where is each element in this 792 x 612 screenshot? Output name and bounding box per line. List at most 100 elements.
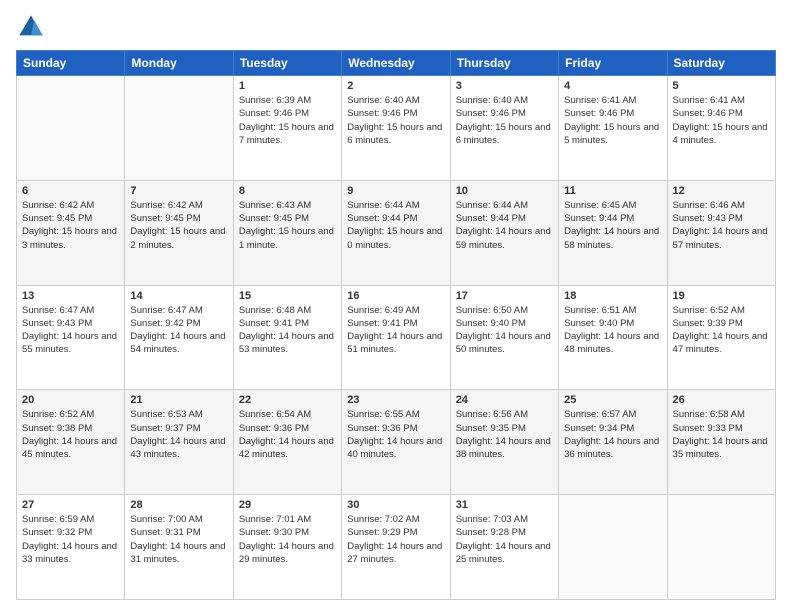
day-info: Sunrise: 6:56 AM Sunset: 9:35 PM Dayligh…	[456, 408, 553, 461]
day-number: 16	[347, 290, 444, 302]
calendar-cell: 21Sunrise: 6:53 AM Sunset: 9:37 PM Dayli…	[125, 390, 233, 495]
day-number: 18	[564, 290, 661, 302]
calendar-cell: 16 Sunrise: 6:49 AM Sunset: 9:41 PM Dayli…	[342, 285, 450, 390]
calendar-cell: 23 Sunrise: 6:55 AM Sunset: 9:36 PM Dayli…	[342, 390, 450, 495]
day-info: Sunrise: 6:44 AM Sunset: 9:44 PM Dayligh…	[347, 199, 444, 252]
weekday-header-friday: Friday	[559, 51, 667, 76]
day-info: Sunrise: 6:40 AM Sunset: 9:46 PM Dayligh…	[456, 94, 553, 147]
day-info: Sunrise: 6:59 AM Sunset: 9:32 PM Dayligh…	[22, 513, 119, 566]
calendar-cell: 27 Sunrise: 6:59 AM Sunset: 9:32 PM Dayli…	[17, 495, 125, 600]
day-info: Sunrise: 6:43 AM Sunset: 9:45 PM Dayligh…	[239, 199, 336, 252]
day-number: 11	[564, 185, 661, 197]
day-info: Sunrise: 6:40 AM Sunset: 9:46 PM Dayligh…	[347, 94, 444, 147]
calendar-cell: 12 Sunrise: 6:46 AM Sunset: 9:43 PM Dayli…	[667, 180, 775, 285]
calendar-week-row: 27 Sunrise: 6:59 AM Sunset: 9:32 PM Dayli…	[17, 495, 776, 600]
calendar-cell: 20 Sunrise: 6:52 AM Sunset: 9:38 PM Dayli…	[17, 390, 125, 495]
day-number: 4	[564, 80, 661, 92]
day-info: Sunrise: 6:55 AM Sunset: 9:36 PM Dayligh…	[347, 408, 444, 461]
day-info: Sunrise: 6:58 AM Sunset: 9:33 PM Dayligh…	[673, 408, 770, 461]
day-number: 14	[130, 290, 227, 302]
day-number: 3	[456, 80, 553, 92]
day-number: 26	[673, 394, 770, 406]
day-info: Sunrise: 7:02 AM Sunset: 9:29 PM Dayligh…	[347, 513, 444, 566]
calendar-week-row: 6 Sunrise: 6:42 AM Sunset: 9:45 PM Daylig…	[17, 180, 776, 285]
day-info: Sunrise: 7:03 AM Sunset: 9:28 PM Dayligh…	[456, 513, 553, 566]
day-info: Sunrise: 6:52 AM Sunset: 9:38 PM Dayligh…	[22, 408, 119, 461]
day-number: 20	[22, 394, 119, 406]
calendar-week-row: 20 Sunrise: 6:52 AM Sunset: 9:38 PM Dayli…	[17, 390, 776, 495]
calendar-cell: 29Sunrise: 7:01 AM Sunset: 9:30 PM Dayli…	[233, 495, 341, 600]
day-number: 10	[456, 185, 553, 197]
calendar-cell: 1 Sunrise: 6:39 AM Sunset: 9:46 PM Daylig…	[233, 76, 341, 181]
calendar-cell: 4 Sunrise: 6:41 AM Sunset: 9:46 PM Daylig…	[559, 76, 667, 181]
day-number: 17	[456, 290, 553, 302]
day-info: Sunrise: 6:47 AM Sunset: 9:43 PM Dayligh…	[22, 304, 119, 357]
day-info: Sunrise: 7:00 AM Sunset: 9:31 PM Dayligh…	[130, 513, 227, 566]
calendar-cell: 11Sunrise: 6:45 AM Sunset: 9:44 PM Dayli…	[559, 180, 667, 285]
day-info: Sunrise: 6:42 AM Sunset: 9:45 PM Dayligh…	[22, 199, 119, 252]
day-number: 6	[22, 185, 119, 197]
header	[16, 12, 776, 42]
day-info: Sunrise: 6:50 AM Sunset: 9:40 PM Dayligh…	[456, 304, 553, 357]
day-info: Sunrise: 6:46 AM Sunset: 9:43 PM Dayligh…	[673, 199, 770, 252]
weekday-header-thursday: Thursday	[450, 51, 558, 76]
day-info: Sunrise: 6:48 AM Sunset: 9:41 PM Dayligh…	[239, 304, 336, 357]
calendar-cell	[559, 495, 667, 600]
calendar-cell	[667, 495, 775, 600]
calendar-week-row: 13 Sunrise: 6:47 AM Sunset: 9:43 PM Dayli…	[17, 285, 776, 390]
calendar-cell: 26 Sunrise: 6:58 AM Sunset: 9:33 PM Dayli…	[667, 390, 775, 495]
calendar-table: SundayMondayTuesdayWednesdayThursdayFrid…	[16, 50, 776, 600]
day-info: Sunrise: 6:57 AM Sunset: 9:34 PM Dayligh…	[564, 408, 661, 461]
day-number: 9	[347, 185, 444, 197]
day-number: 12	[673, 185, 770, 197]
calendar-cell: 14 Sunrise: 6:47 AM Sunset: 9:42 PM Dayli…	[125, 285, 233, 390]
calendar-cell: 10 Sunrise: 6:44 AM Sunset: 9:44 PM Dayli…	[450, 180, 558, 285]
day-info: Sunrise: 6:44 AM Sunset: 9:44 PM Dayligh…	[456, 199, 553, 252]
calendar-cell: 2 Sunrise: 6:40 AM Sunset: 9:46 PM Daylig…	[342, 76, 450, 181]
day-number: 24	[456, 394, 553, 406]
day-number: 27	[22, 499, 119, 511]
weekday-header-wednesday: Wednesday	[342, 51, 450, 76]
calendar-week-row: 1 Sunrise: 6:39 AM Sunset: 9:46 PM Daylig…	[17, 76, 776, 181]
day-info: Sunrise: 6:49 AM Sunset: 9:41 PM Dayligh…	[347, 304, 444, 357]
day-number: 8	[239, 185, 336, 197]
day-info: Sunrise: 6:47 AM Sunset: 9:42 PM Dayligh…	[130, 304, 227, 357]
day-number: 28	[130, 499, 227, 511]
day-number: 2	[347, 80, 444, 92]
day-number: 13	[22, 290, 119, 302]
calendar-cell: 3 Sunrise: 6:40 AM Sunset: 9:46 PM Daylig…	[450, 76, 558, 181]
calendar-cell: 25 Sunrise: 6:57 AM Sunset: 9:34 PM Dayli…	[559, 390, 667, 495]
calendar-cell: 8 Sunrise: 6:43 AM Sunset: 9:45 PM Daylig…	[233, 180, 341, 285]
logo-icon	[16, 12, 46, 42]
day-info: Sunrise: 6:42 AM Sunset: 9:45 PM Dayligh…	[130, 199, 227, 252]
calendar-cell	[17, 76, 125, 181]
day-number: 21	[130, 394, 227, 406]
day-number: 25	[564, 394, 661, 406]
calendar-cell: 22Sunrise: 6:54 AM Sunset: 9:36 PM Dayli…	[233, 390, 341, 495]
day-number: 15	[239, 290, 336, 302]
calendar-cell: 28 Sunrise: 7:00 AM Sunset: 9:31 PM Dayli…	[125, 495, 233, 600]
calendar-cell: 13 Sunrise: 6:47 AM Sunset: 9:43 PM Dayli…	[17, 285, 125, 390]
weekday-header-sunday: Sunday	[17, 51, 125, 76]
calendar-cell: 17 Sunrise: 6:50 AM Sunset: 9:40 PM Dayli…	[450, 285, 558, 390]
day-info: Sunrise: 6:52 AM Sunset: 9:39 PM Dayligh…	[673, 304, 770, 357]
calendar-cell: 15 Sunrise: 6:48 AM Sunset: 9:41 PM Dayli…	[233, 285, 341, 390]
calendar-cell: 31Sunrise: 7:03 AM Sunset: 9:28 PM Dayli…	[450, 495, 558, 600]
calendar-cell: 24 Sunrise: 6:56 AM Sunset: 9:35 PM Dayli…	[450, 390, 558, 495]
day-info: Sunrise: 6:41 AM Sunset: 9:46 PM Dayligh…	[564, 94, 661, 147]
calendar-cell: 18Sunrise: 6:51 AM Sunset: 9:40 PM Dayli…	[559, 285, 667, 390]
page: SundayMondayTuesdayWednesdayThursdayFrid…	[0, 0, 792, 612]
day-number: 23	[347, 394, 444, 406]
calendar-cell: 19 Sunrise: 6:52 AM Sunset: 9:39 PM Dayli…	[667, 285, 775, 390]
day-number: 1	[239, 80, 336, 92]
day-number: 5	[673, 80, 770, 92]
day-number: 19	[673, 290, 770, 302]
day-number: 7	[130, 185, 227, 197]
day-info: Sunrise: 6:54 AM Sunset: 9:36 PM Dayligh…	[239, 408, 336, 461]
day-info: Sunrise: 6:39 AM Sunset: 9:46 PM Dayligh…	[239, 94, 336, 147]
calendar-cell	[125, 76, 233, 181]
calendar-cell: 30Sunrise: 7:02 AM Sunset: 9:29 PM Dayli…	[342, 495, 450, 600]
day-info: Sunrise: 6:41 AM Sunset: 9:46 PM Dayligh…	[673, 94, 770, 147]
logo	[16, 12, 50, 42]
calendar-cell: 7 Sunrise: 6:42 AM Sunset: 9:45 PM Daylig…	[125, 180, 233, 285]
